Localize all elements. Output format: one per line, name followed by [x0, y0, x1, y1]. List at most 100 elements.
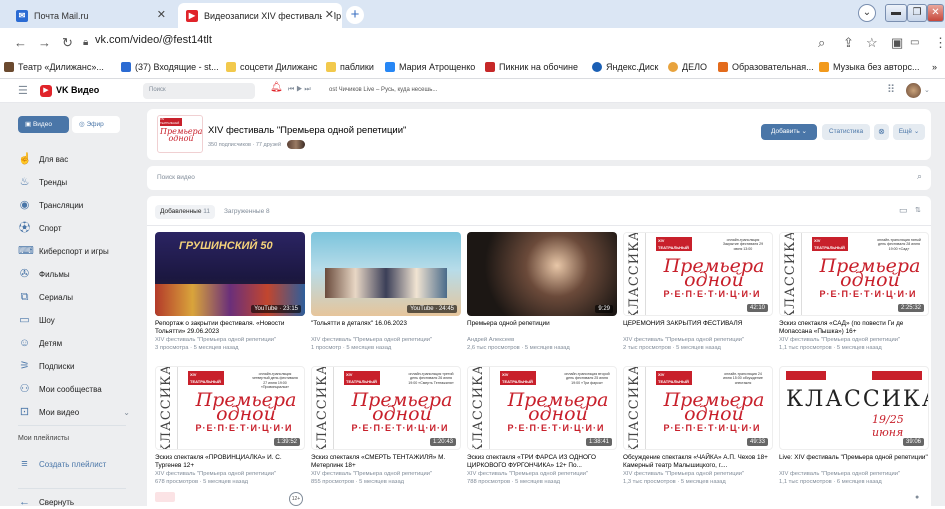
close-icon[interactable]: ✕: [157, 8, 166, 21]
window-icon[interactable]: ▣: [891, 35, 903, 51]
channel-subs[interactable]: 350 подписчиков · 77 друзей: [208, 142, 281, 148]
avatar[interactable]: [906, 83, 921, 98]
sidebar-item-kids[interactable]: ☺ Детям: [18, 337, 62, 350]
video-button[interactable]: ▣ Видео: [18, 116, 69, 133]
comment-icon[interactable]: ▭: [899, 205, 908, 216]
more-button[interactable]: Ещё ⌄: [893, 124, 925, 140]
sidebar-item-films[interactable]: ✇ Фильмы: [18, 268, 70, 281]
video-thumbnail[interactable]: КЛАССИКА XIV ТЕАТРАЛЬНЫЙ ФЕСТИВАЛЬ онлай…: [311, 366, 461, 450]
close-icon[interactable]: ✕: [321, 8, 334, 21]
player-controls-icon[interactable]: ⏮ ▶ ⏭: [288, 86, 311, 94]
video-title[interactable]: Live: XIV фестиваль "Премьера одной репе…: [779, 454, 929, 462]
bookmark-edu[interactable]: Образовательная...: [718, 62, 814, 72]
tab-mail[interactable]: ✉ Почта Mail.ru ✕: [8, 3, 174, 28]
tab-added[interactable]: Добавленные 11: [155, 205, 216, 219]
video-title[interactable]: "Тольятти в деталях" 16.06.2023: [311, 320, 461, 328]
video-author[interactable]: XIV фестиваль "Премьера одной репетиции": [623, 471, 773, 479]
apps-icon[interactable]: ⠿: [887, 83, 895, 96]
hamburger-icon[interactable]: ☰: [18, 84, 28, 97]
video-thumbnail[interactable]: КЛАССИКА XIV ТЕАТРАЛЬНЫЙ ФЕСТИВАЛЬ онлай…: [779, 232, 929, 316]
forward-icon[interactable]: →: [38, 35, 51, 50]
notifications-icon[interactable]: 🔔︎: [270, 82, 283, 93]
video-thumbnail[interactable]: КЛАССИКА XIV ТЕАТРАЛЬНЫЙ ФЕСТИВАЛЬ онлай…: [467, 366, 617, 450]
sidebar-item-show[interactable]: ▭ Шоу: [18, 314, 54, 327]
search-icon[interactable]: ⌕: [917, 171, 922, 182]
video-title[interactable]: Обсуждение спектакля «ЧАЙКА» А.П. Чехов …: [623, 454, 773, 470]
live-button[interactable]: ◎ Эфир: [72, 116, 120, 133]
sidebar-item-subscriptions[interactable]: ⚞ Подписки: [18, 360, 75, 373]
bookmark-inbox[interactable]: (37) Входящие - st...: [121, 62, 219, 72]
stats-button[interactable]: Статистика: [822, 124, 870, 140]
sidebar-item-esports[interactable]: ⌨ Киберспорт и игры: [18, 245, 109, 258]
new-tab-button[interactable]: +: [346, 6, 364, 24]
bookmark-maria[interactable]: Мария Атрощенко: [385, 62, 475, 72]
video-author[interactable]: XIV фестиваль "Премьера одной репетиции": [779, 337, 929, 345]
menu-icon[interactable]: ⋮: [934, 35, 945, 51]
sort-icon[interactable]: ⇅: [915, 206, 921, 214]
sidebar-item-sport[interactable]: ⚽︎ Спорт: [18, 222, 62, 235]
video-title[interactable]: Эскиз спектакля «САД» (по повести Ги де …: [779, 320, 929, 336]
tab-vk-video[interactable]: ▶ Видеозаписи XIV фестиваль "Пр ✕: [178, 3, 342, 28]
video-thumbnail[interactable]: КЛАССИКА XIV ТЕАТРАЛЬНЫЙ ФЕСТИВАЛЬ онлай…: [623, 366, 773, 450]
sidebar-item-myvideos[interactable]: ⊡ Мои видео ⌄: [18, 406, 130, 419]
collapse-button[interactable]: ← Свернуть: [18, 496, 74, 509]
settings-icon[interactable]: ⊗: [874, 124, 889, 140]
bookmark-music[interactable]: Музыка без авторс...: [819, 62, 919, 72]
video-thumbnail[interactable]: КЛАССИКА XIV ТЕАТРАЛЬНЫЙ ФЕСТИВАЛЬ онлай…: [623, 232, 773, 316]
bookmark-socials[interactable]: соцсети Дилижанс: [226, 62, 317, 72]
next-video-thumb[interactable]: [155, 492, 175, 502]
video-author[interactable]: XIV фестиваль "Премьера одной репетиции": [467, 471, 617, 479]
sidebar-item-trends[interactable]: ♨ Тренды: [18, 176, 68, 189]
video-author[interactable]: Андрей Алексеев: [467, 337, 617, 345]
zoom-icon[interactable]: ⌕: [818, 35, 825, 51]
channel-avatar[interactable]: XIV ТЕАТРАЛЬНЫЙ ФЕСТИВАЛЬ Премьера одной: [157, 115, 203, 153]
video-title[interactable]: ЦЕРЕМОНИЯ ЗАКРЫТИЯ ФЕСТИВАЛЯ: [623, 320, 773, 328]
back-icon[interactable]: ←: [14, 35, 27, 50]
share-icon[interactable]: ⇪: [843, 35, 854, 51]
video-author[interactable]: XIV фестиваль "Премьера одной репетиции": [779, 471, 929, 479]
sidebar-item-live[interactable]: ◉ Трансляции: [18, 199, 84, 212]
create-playlist-button[interactable]: ≡ Создать плейлист: [18, 458, 106, 471]
video-author[interactable]: XIV фестиваль "Премьера одной репетиции": [155, 337, 305, 345]
search-input[interactable]: Поиск: [143, 83, 255, 99]
bookmark-picnic[interactable]: Пикник на обочине: [485, 62, 578, 72]
tab-uploaded[interactable]: Загруженные 8: [224, 205, 270, 219]
reload-icon[interactable]: ↻: [62, 35, 73, 51]
add-button[interactable]: Добавить ⌄: [761, 124, 817, 140]
chevron-down-icon[interactable]: ⌄: [858, 4, 876, 22]
video-thumbnail[interactable]: YouTube · 24:45: [311, 232, 461, 316]
bookmark-delo[interactable]: ДЕЛО: [668, 62, 707, 72]
minimize-button[interactable]: ▬: [885, 4, 907, 22]
channel-title[interactable]: XIV фестиваль "Премьера одной репетиции": [208, 125, 406, 136]
chevron-down-icon[interactable]: ⌄: [924, 86, 930, 94]
player-track[interactable]: ost Чичиков Live – Русь, куда несешь...: [329, 87, 437, 93]
video-author[interactable]: XIV фестиваль "Премьера одной репетиции": [311, 337, 461, 345]
sidebar-item-series[interactable]: ⧉ Сериалы: [18, 291, 73, 304]
video-title[interactable]: Репортаж о закрытии фестиваля. «Новости …: [155, 320, 305, 336]
video-author[interactable]: XIV фестиваль "Премьера одной репетиции": [311, 471, 461, 479]
sidebar-item-foryou[interactable]: ☝ Для вас: [18, 153, 68, 166]
profile-icon[interactable]: ▭: [910, 37, 919, 48]
video-author[interactable]: XIV фестиваль "Премьера одной репетиции": [155, 471, 305, 479]
more-bookmarks-icon[interactable]: »: [932, 62, 937, 72]
video-search[interactable]: Поиск видео ⌕: [147, 166, 931, 190]
video-title[interactable]: Премьера одной репетиции: [467, 320, 617, 328]
sidebar-item-communities[interactable]: ⚇ Мои сообщества: [18, 383, 102, 396]
video-title[interactable]: Эскиз спектакля «ТРИ ФАРСА ИЗ ОДНОГО ЦИР…: [467, 454, 617, 470]
star-icon[interactable]: ☆: [866, 35, 878, 51]
friends-avatars[interactable]: [287, 140, 305, 149]
video-thumbnail[interactable]: КЛАССИКА 19/25 июня 39:06: [779, 366, 929, 450]
bookmark-teatr[interactable]: Театр «Дилижанс»...: [4, 62, 104, 72]
video-thumbnail[interactable]: ГРУШИНСКИЙ 50 YouTube · 23:15: [155, 232, 305, 316]
chat-icon[interactable]: ●: [915, 494, 919, 501]
bookmark-publics[interactable]: паблики: [326, 62, 374, 72]
bookmark-yadisk[interactable]: Яндекс.Диск: [592, 62, 658, 72]
maximize-button[interactable]: ❐: [907, 4, 927, 22]
close-window-button[interactable]: ✕: [927, 4, 944, 22]
vk-logo[interactable]: VK Видео: [56, 85, 99, 95]
video-thumbnail[interactable]: 9:29: [467, 232, 617, 316]
video-author[interactable]: XIV фестиваль "Премьера одной репетиции": [623, 337, 773, 345]
chevron-down-icon[interactable]: ⌄: [123, 408, 130, 417]
video-title[interactable]: Эскиз спектакля «СМЕРТЬ ТЕНТАЖИЛЯ» М. Ме…: [311, 454, 461, 470]
url-field[interactable]: vk.com/video/@fest14tlt: [95, 34, 212, 46]
